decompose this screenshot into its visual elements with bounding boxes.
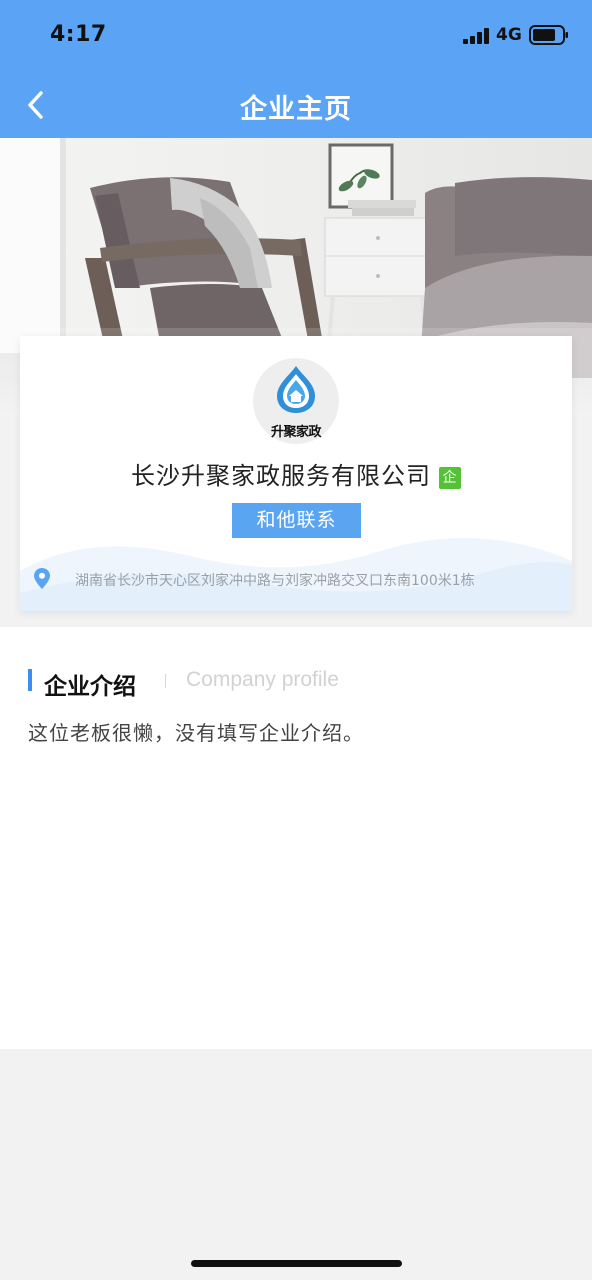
home-indicator[interactable] <box>191 1260 402 1267</box>
company-card: 升聚家政 长沙升聚家政服务有限公司企 和他联系 湖南省长沙市天心区刘家冲中路与刘… <box>20 336 572 611</box>
signal-icon <box>463 28 489 44</box>
section-title: 企业介绍 <box>44 674 136 700</box>
section-accent-bar <box>28 669 32 691</box>
section-divider <box>165 674 166 688</box>
location-pin-icon <box>34 568 50 589</box>
company-profile-section: 企业介绍 Company profile 这位老板很懒，没有填写企业介绍。 <box>0 627 592 1049</box>
battery-icon <box>529 25 568 45</box>
address-text: 湖南省长沙市天心区刘家冲中路与刘家冲路交叉口东南100米1栋 <box>75 573 475 589</box>
section-header: 企业介绍 Company profile <box>28 667 568 700</box>
nav-bar: 企业主页 <box>0 70 592 138</box>
company-name-text: 长沙升聚家政服务有限公司 <box>131 462 431 490</box>
header: 4:17 4G 企业主页 <box>0 0 592 138</box>
network-type: 4G <box>496 25 522 45</box>
house-drop-icon <box>277 366 315 413</box>
enterprise-badge: 企 <box>439 467 461 489</box>
company-name: 长沙升聚家政服务有限公司企 <box>20 456 572 491</box>
status-time: 4:17 <box>50 22 107 47</box>
section-subtitle: Company profile <box>186 668 339 691</box>
logo-text: 升聚家政 <box>270 425 322 440</box>
company-logo: 升聚家政 <box>253 358 339 444</box>
company-intro-text: 这位老板很懒，没有填写企业介绍。 <box>28 721 364 745</box>
address-row[interactable]: 湖南省长沙市天心区刘家冲中路与刘家冲路交叉口东南100米1栋 <box>34 568 564 592</box>
status-bar: 4:17 4G <box>0 0 592 70</box>
page-title: 企业主页 <box>240 94 352 125</box>
contact-button[interactable]: 和他联系 <box>232 503 361 538</box>
